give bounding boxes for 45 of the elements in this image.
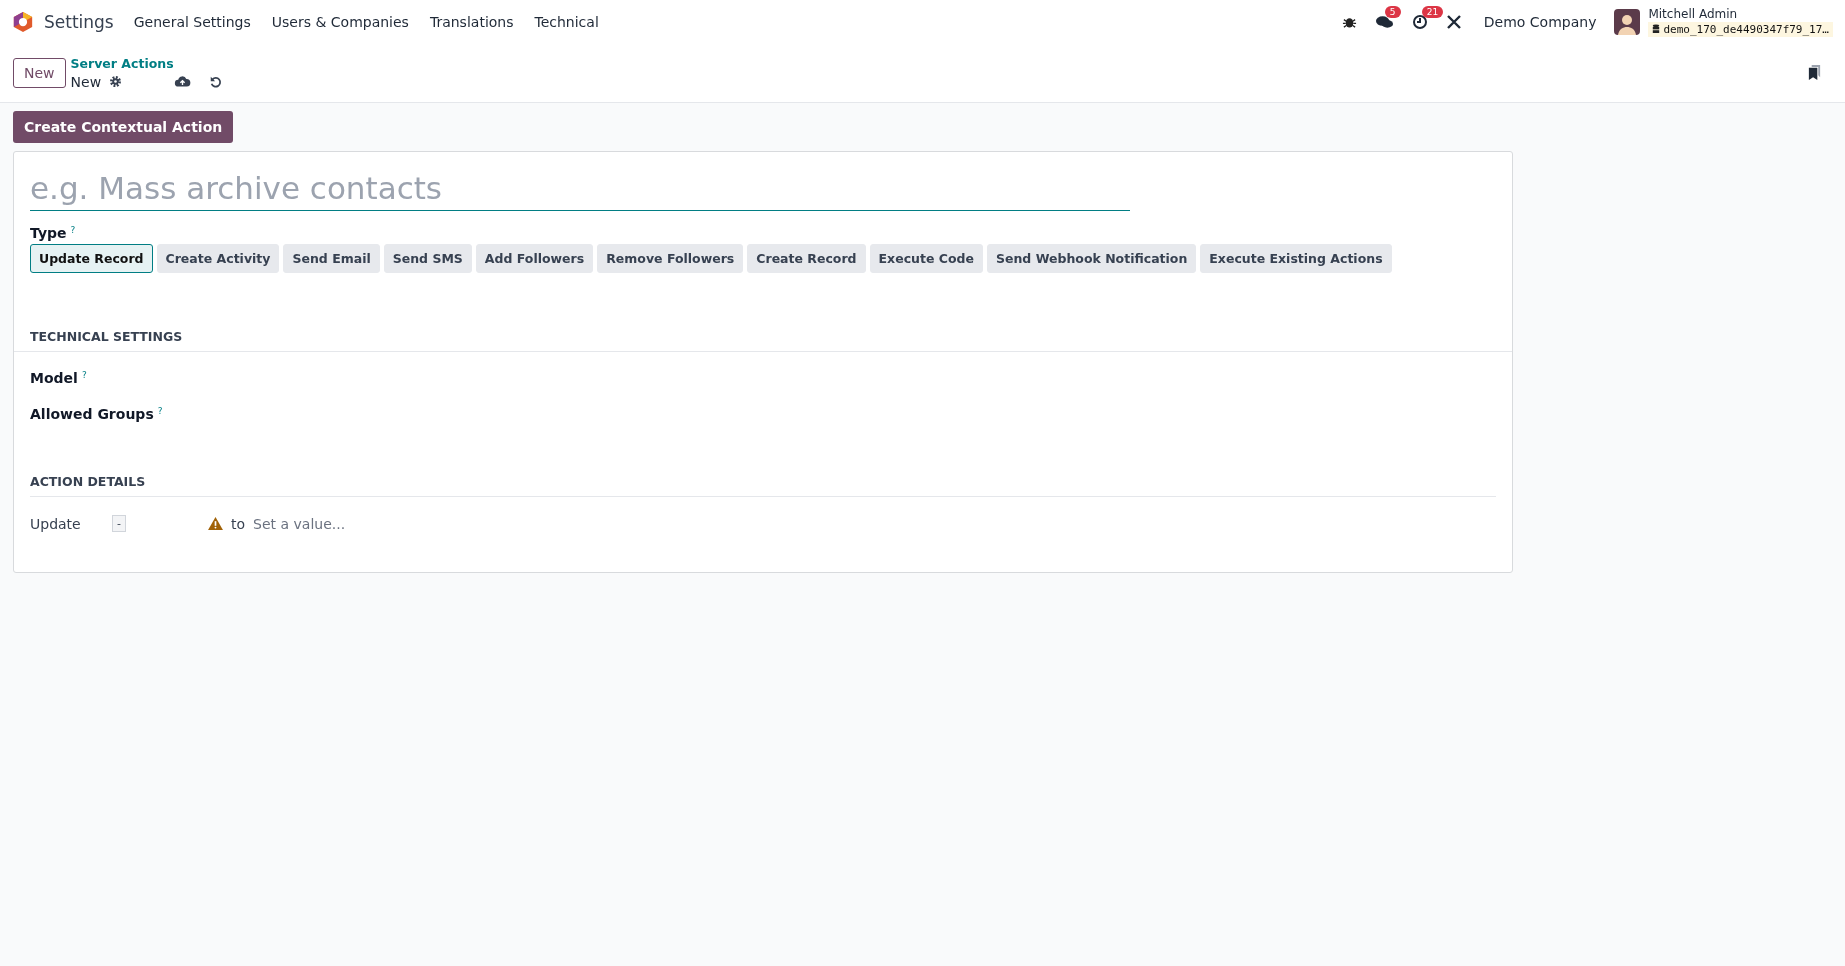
help-tooltip[interactable]: ? (70, 225, 76, 235)
app-logo-icon[interactable] (12, 10, 34, 33)
breadcrumb-link[interactable]: Server Actions (70, 54, 224, 73)
section-title: ACTION DETAILS (30, 474, 147, 489)
type-option-button[interactable]: Create Activity (156, 244, 280, 273)
update-label: Update (30, 515, 82, 532)
type-label: Type (30, 225, 67, 241)
avatar-icon[interactable] (1614, 8, 1641, 35)
type-option-button[interactable]: Add Followers (475, 244, 594, 273)
type-option-button[interactable]: Remove Followers (597, 244, 744, 273)
type-option-button[interactable]: Execute Code (869, 244, 983, 273)
database-text: demo_170_de4490347f79_17… (1663, 21, 1829, 37)
database-icon (1652, 24, 1661, 34)
value-placeholder[interactable]: Set a value... (253, 515, 346, 532)
type-option-button[interactable]: Create Record (747, 244, 866, 273)
type-option-button[interactable]: Send Webhook Notification (986, 244, 1197, 273)
field-label: Allowed Groups (30, 406, 154, 422)
activity-count: 21 (1421, 5, 1444, 18)
settings-icon[interactable] (109, 75, 123, 88)
undo-icon[interactable] (209, 74, 224, 89)
help-tooltip[interactable]: ? (81, 370, 87, 380)
create-contextual-action-button[interactable]: Create Contextual Action (13, 111, 234, 143)
menu-item[interactable]: General Settings (133, 13, 251, 30)
field-label: Model (30, 370, 78, 386)
message-count: 5 (1384, 5, 1401, 18)
record-name: New (70, 72, 102, 91)
app-name[interactable]: Settings (44, 11, 114, 32)
to-label: to (231, 515, 246, 532)
warning-icon (208, 517, 223, 530)
type-option-button[interactable]: Execute Existing Actions (1200, 244, 1392, 273)
help-tooltip[interactable]: ? (157, 406, 163, 416)
type-option-button[interactable]: Send SMS (383, 244, 472, 273)
cloud-upload-icon[interactable] (174, 75, 192, 88)
field-selector[interactable]: - (112, 515, 126, 532)
menu-item[interactable]: Translations (429, 13, 514, 30)
type-option-button[interactable]: Send Email (283, 244, 380, 273)
company-switcher[interactable]: Demo Company (1483, 13, 1597, 30)
bookmark-icon[interactable] (1807, 64, 1822, 81)
clock-icon[interactable] (1411, 13, 1428, 30)
new-button[interactable]: New (13, 57, 66, 88)
user-name[interactable]: Mitchell Admin (1648, 6, 1833, 22)
menu-item[interactable]: Users & Companies (271, 13, 409, 30)
section-title: TECHNICAL SETTINGS (30, 329, 184, 344)
type-option-button[interactable]: Update Record (30, 244, 153, 273)
menu-item[interactable]: Technical (534, 13, 599, 30)
